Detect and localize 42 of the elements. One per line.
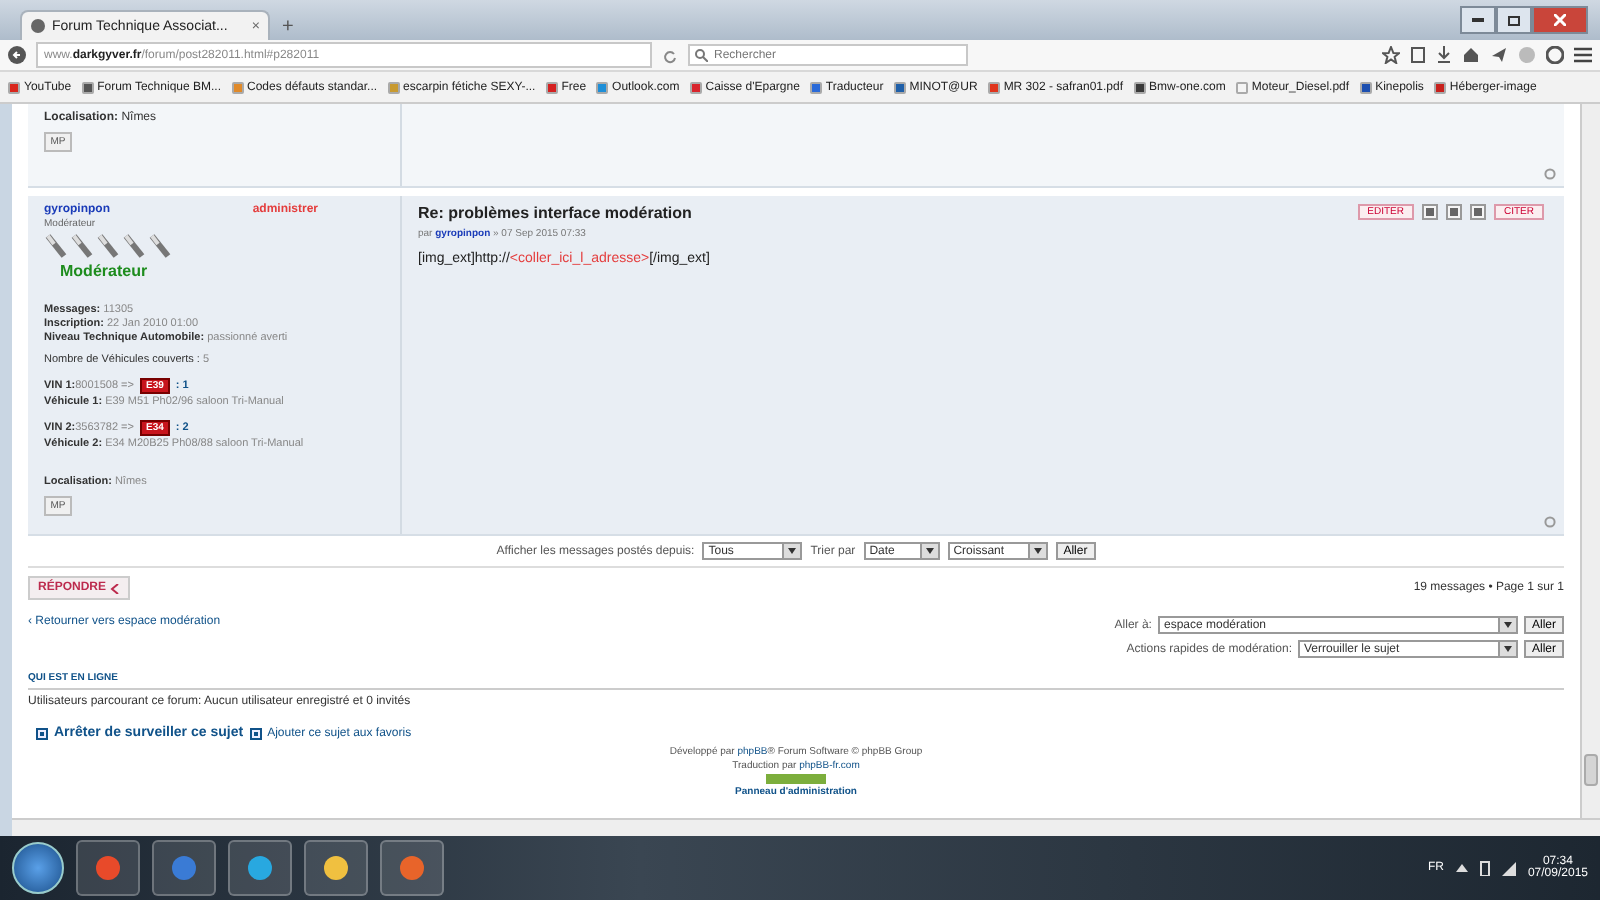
- post-title: Re: problèmes interface modération: [418, 204, 692, 222]
- new-tab-button[interactable]: +: [282, 16, 294, 38]
- maximize-icon: [1508, 15, 1520, 25]
- home-icon[interactable]: [1462, 46, 1480, 64]
- close-button[interactable]: [1532, 6, 1588, 34]
- start-button[interactable]: [12, 842, 64, 894]
- close-icon: [1554, 14, 1566, 26]
- delete-button[interactable]: [1422, 204, 1438, 220]
- taskbar-app-icon[interactable]: [76, 840, 140, 896]
- rank-title: Modérateur: [60, 262, 150, 280]
- taskbar-app-icon[interactable]: [228, 840, 292, 896]
- settings-icon[interactable]: [1544, 168, 1556, 180]
- star-icon[interactable]: [1382, 46, 1400, 64]
- dropdown-arrow-icon: [782, 544, 801, 558]
- globe-icon: [30, 18, 46, 34]
- battery-icon: [1479, 860, 1490, 876]
- checkbox-icon: [249, 727, 262, 739]
- info-button[interactable]: [1470, 204, 1486, 220]
- report-button[interactable]: [1446, 204, 1462, 220]
- dropdown-arrow-icon: [1027, 544, 1046, 558]
- taskbar-app-icon[interactable]: [304, 840, 368, 896]
- maximize-button[interactable]: [1496, 6, 1532, 34]
- vertical-scrollbar[interactable]: [1580, 104, 1600, 818]
- send-icon[interactable]: [1490, 46, 1508, 64]
- dropdown-arrow-icon: [1497, 642, 1516, 656]
- reload-icon[interactable]: [662, 47, 678, 63]
- minimize-icon: [1472, 18, 1484, 22]
- spark-plugs-drawing: [44, 232, 172, 260]
- chat-icon[interactable]: [1546, 46, 1564, 64]
- horizontal-scrollbar[interactable]: [12, 818, 1600, 836]
- back-icon[interactable]: [8, 46, 26, 64]
- clipboard-icon[interactable]: [1410, 46, 1426, 64]
- dropdown-arrow-icon: [1497, 618, 1516, 632]
- dropdown-arrow-icon: [919, 544, 938, 558]
- taskbar-app-icon[interactable]: [380, 840, 444, 896]
- signal-icon: [1501, 861, 1516, 875]
- minimize-button[interactable]: [1460, 6, 1496, 34]
- validation-badge-icon: [766, 774, 826, 784]
- download-icon[interactable]: [1436, 46, 1452, 64]
- up-arrow-icon: [1455, 862, 1468, 874]
- menu-icon[interactable]: [1574, 46, 1592, 64]
- checkbox-icon: [36, 727, 48, 739]
